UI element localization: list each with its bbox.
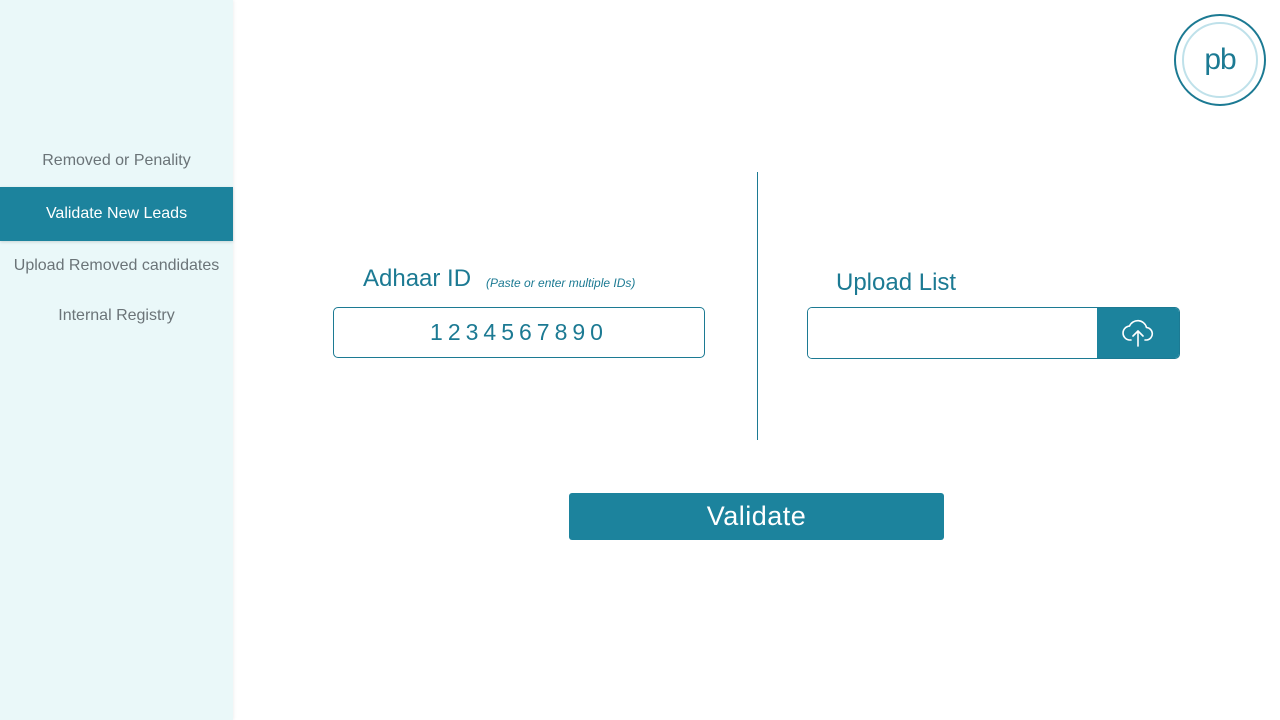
upload-button[interactable] (1097, 308, 1179, 358)
sidebar-item-upload-removed-candidates[interactable]: Upload Removed candidates (0, 239, 233, 293)
sidebar-item-internal-registry[interactable]: Internal Registry (0, 289, 233, 343)
vertical-divider (757, 172, 758, 440)
logo-inner-ring: pb (1182, 22, 1258, 98)
upload-file-input[interactable] (808, 308, 1097, 358)
upload-list-field (807, 307, 1180, 359)
sidebar-item-label: Internal Registry (58, 307, 175, 324)
sidebar: Removed or Penality Validate New Leads U… (0, 0, 233, 720)
adhaar-id-input[interactable] (333, 307, 705, 358)
cloud-upload-icon (1122, 319, 1154, 347)
validate-button[interactable]: Validate (569, 493, 944, 540)
upload-list-label: Upload List (836, 269, 957, 296)
sidebar-item-validate-new-leads[interactable]: Validate New Leads (0, 187, 233, 241)
adhaar-id-hint: (Paste or enter multiple IDs) (486, 276, 636, 290)
sidebar-item-label: Validate New Leads (45, 205, 188, 222)
adhaar-id-label: Adhaar ID (363, 265, 472, 292)
logo-text: pb (1204, 43, 1236, 76)
page: Removed or Penality Validate New Leads U… (0, 0, 1280, 720)
logo: pb (1174, 14, 1266, 106)
sidebar-item-label: Removed or Penality (42, 152, 191, 169)
sidebar-item-label: Upload Removed candidates (13, 257, 220, 274)
sidebar-item-removed-or-penality[interactable]: Removed or Penality (0, 134, 233, 188)
